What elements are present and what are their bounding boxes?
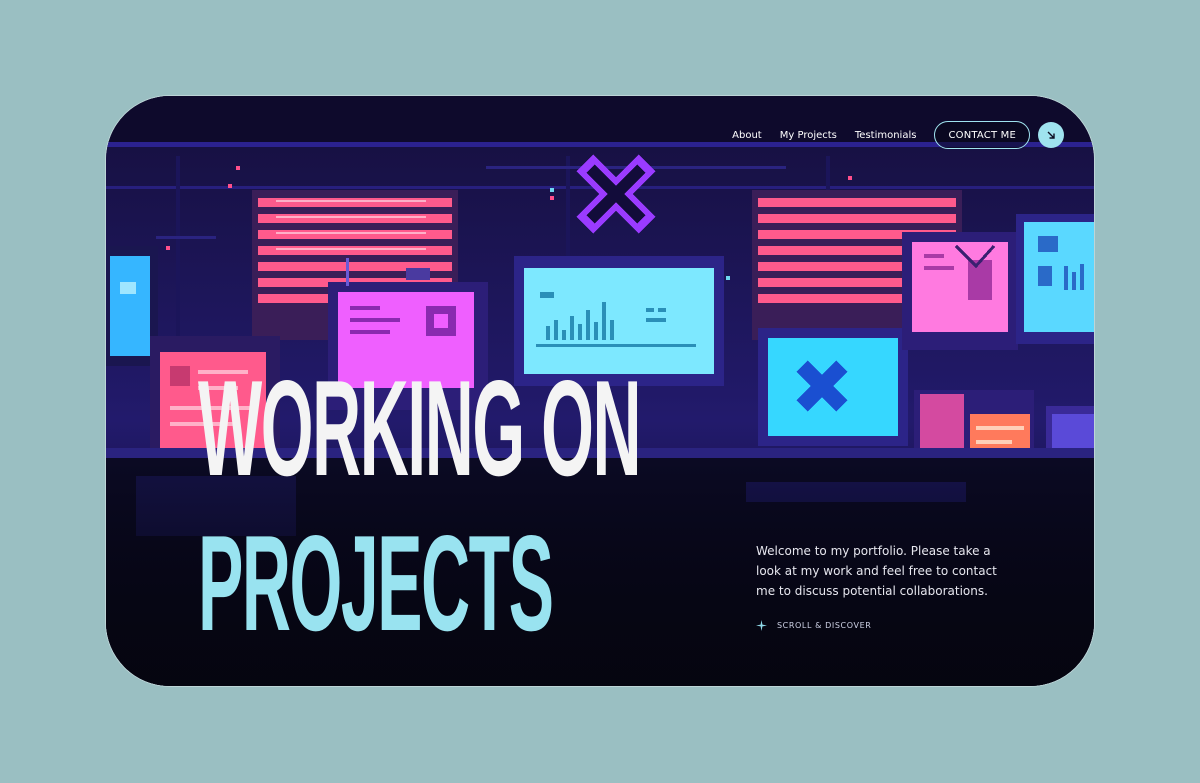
scroll-discover-label: SCROLL & DISCOVER (777, 621, 872, 630)
contact-me-button[interactable]: CONTACT ME (934, 121, 1030, 149)
hero-card: About My Projects Testimonials CONTACT M… (106, 96, 1094, 686)
nav-link-testimonials[interactable]: Testimonials (855, 130, 917, 141)
top-nav: About My Projects Testimonials CONTACT M… (732, 120, 1064, 150)
scroll-discover-link[interactable]: SCROLL & DISCOVER (756, 620, 871, 631)
arrow-down-right-icon (1047, 131, 1055, 139)
sparkle-icon (756, 620, 767, 631)
contact-me-label: CONTACT ME (948, 129, 1016, 141)
nav-link-about[interactable]: About (732, 130, 762, 141)
intro-text: Welcome to my portfolio. Please take a l… (756, 544, 997, 598)
nav-link-my-projects[interactable]: My Projects (780, 130, 837, 141)
arrow-button[interactable] (1038, 122, 1064, 148)
hero-title-line-2: PROJECTS (198, 507, 554, 659)
hero-title-line-1: WORKING ON (198, 352, 642, 504)
